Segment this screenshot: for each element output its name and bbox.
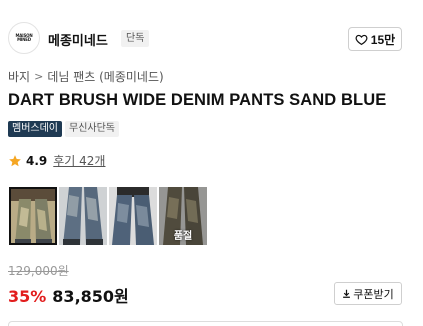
rating-value: 4.9	[26, 153, 48, 168]
denim-photo-image	[59, 187, 107, 245]
denim-photo-image	[9, 187, 57, 245]
brand-name[interactable]: 메종미네드	[48, 30, 108, 49]
rating-row: 4.9 후기 42개	[8, 152, 105, 169]
members-day-tag: 멤버스데이	[8, 121, 62, 137]
breadcrumb-item-pants[interactable]: 바지	[8, 68, 30, 85]
sold-out-label: 품절	[173, 231, 193, 242]
like-button[interactable]: 15만	[348, 27, 402, 51]
price-row: 35% 83,850원	[8, 283, 129, 307]
brand-row: MAISON MINED 메종미네드 단독 15만	[8, 22, 404, 56]
review-count-link[interactable]: 후기 42개	[53, 152, 105, 169]
sale-price: 83,850원	[52, 287, 129, 306]
star-icon	[9, 154, 21, 166]
product-title: DART BRUSH WIDE DENIM PANTS SAND BLUE	[8, 91, 387, 109]
denim-photo-image	[109, 187, 157, 245]
original-price: 129,000원	[8, 264, 69, 278]
breadcrumb-item-denim[interactable]: 데님 팬츠 (메종미네드)	[47, 68, 163, 85]
thumbnail-3[interactable]	[109, 187, 157, 245]
thumbnail-1[interactable]	[9, 187, 57, 245]
musinsa-exclusive-tag: 무신사단독	[65, 121, 119, 137]
thumbnail-4[interactable]: 품절	[159, 187, 207, 245]
brand-logo[interactable]: MAISON MINED	[8, 22, 40, 54]
like-count: 15만	[370, 32, 396, 47]
download-icon	[343, 289, 351, 298]
coupon-download-button[interactable]: 쿠폰받기	[334, 282, 402, 305]
breadcrumb-separator: >	[34, 70, 44, 83]
option-select-box[interactable]	[8, 321, 403, 326]
product-tags: 멤버스데이 무신사단독	[8, 121, 119, 137]
thumbnail-2[interactable]	[59, 187, 107, 245]
coupon-label: 쿠폰받기	[353, 288, 394, 301]
exclusive-tag: 단독	[121, 30, 150, 47]
thumbnail-strip: 품절	[9, 187, 207, 245]
breadcrumb: 바지 > 데님 팬츠 (메종미네드)	[8, 68, 164, 85]
discount-rate: 35%	[8, 287, 47, 306]
heart-outline-icon	[355, 34, 368, 45]
